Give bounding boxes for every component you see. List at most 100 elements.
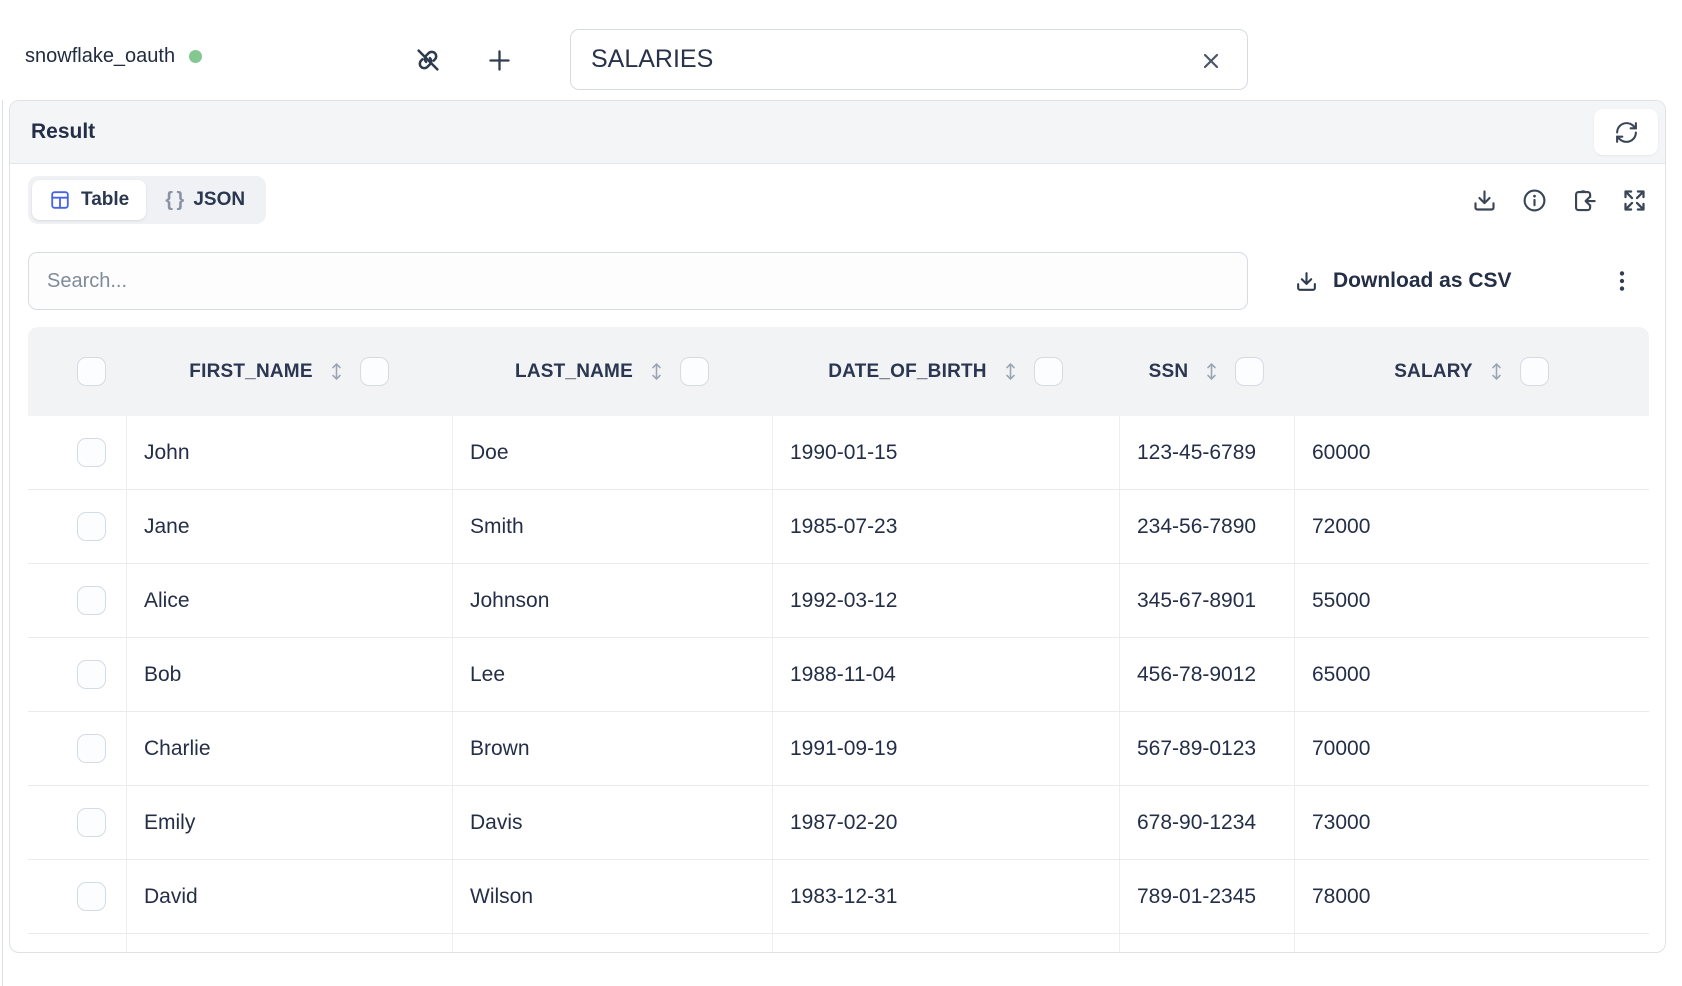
table-cell: 123-45-6789 (1119, 416, 1294, 489)
column-checkbox[interactable] (1520, 357, 1549, 386)
more-options-button[interactable] (1608, 267, 1636, 295)
table-icon (49, 189, 71, 211)
download-csv-label: Download as CSV (1333, 269, 1512, 293)
download-csv-button[interactable]: Download as CSV (1294, 269, 1512, 294)
row-checkbox[interactable] (77, 438, 106, 467)
table-row: Alice Johnson 1992-03-12 345-67-8901 550… (28, 564, 1649, 638)
table-row: Emily Davis 1987-02-20 678-90-1234 73000 (28, 786, 1649, 860)
column-checkbox[interactable] (360, 357, 389, 386)
download-icon (1294, 269, 1319, 294)
column-label: SSN (1149, 361, 1189, 383)
info-button[interactable] (1521, 187, 1548, 214)
column-header-date-of-birth: DATE_OF_BIRTH (772, 327, 1119, 416)
table-name-input[interactable] (570, 29, 1248, 90)
clipboard-paste-button[interactable] (1571, 187, 1598, 214)
column-label: FIRST_NAME (189, 361, 312, 383)
table-cell: Davis (452, 786, 772, 859)
column-checkbox[interactable] (1235, 357, 1264, 386)
result-toolbar-icons (1471, 187, 1648, 214)
tab-json-label: JSON (193, 189, 245, 211)
table-header: FIRST_NAME LAST_NAME DATE_OF_BIRTH SSN (28, 327, 1649, 416)
column-header-ssn: SSN (1119, 327, 1294, 416)
download-icon (1471, 187, 1498, 214)
row-checkbox[interactable] (77, 734, 106, 763)
table-cell: 70000 (1294, 712, 1649, 785)
tab-json[interactable]: { } JSON (148, 180, 262, 220)
table-cell: Alice (126, 564, 452, 637)
info-icon (1521, 187, 1548, 214)
search-row: Download as CSV (28, 252, 1648, 310)
clear-table-button[interactable] (1196, 46, 1226, 76)
table-cell: 1987-02-20 (772, 786, 1119, 859)
table-cell: Charlie (126, 712, 452, 785)
table-row: Bob Lee 1988-11-04 456-78-9012 65000 (28, 638, 1649, 712)
table-cell: Jane (126, 490, 452, 563)
clipboard-paste-icon (1571, 187, 1598, 214)
column-label: LAST_NAME (515, 361, 633, 383)
row-checkbox[interactable] (77, 808, 106, 837)
table-cell: 1983-12-31 (772, 860, 1119, 933)
plus-icon (484, 45, 515, 76)
download-button[interactable] (1471, 187, 1498, 214)
tab-table[interactable]: Table (32, 180, 146, 220)
table-row: Charlie Brown 1991-09-19 567-89-0123 700… (28, 712, 1649, 786)
topbar: snowflake_oauth (0, 0, 1682, 100)
table-cell: 234-56-7890 (1119, 490, 1294, 563)
table-cell: 567-89-0123 (1119, 712, 1294, 785)
expand-icon (1621, 187, 1648, 214)
table-cell: 73000 (1294, 786, 1649, 859)
table-cell: 72000 (1294, 490, 1649, 563)
table-cell: 1990-01-15 (772, 416, 1119, 489)
table-cell: Lee (452, 638, 772, 711)
connection-status-dot (189, 50, 202, 63)
table-row: Jane Smith 1985-07-23 234-56-7890 72000 (28, 490, 1649, 564)
row-checkbox[interactable] (77, 512, 106, 541)
table-cell: Smith (452, 490, 772, 563)
row-checkbox[interactable] (77, 660, 106, 689)
unlink-button[interactable] (406, 38, 450, 82)
table-cell: 65000 (1294, 638, 1649, 711)
column-label: DATE_OF_BIRTH (828, 361, 986, 383)
add-button[interactable] (477, 38, 521, 82)
sort-icon[interactable] (1201, 361, 1222, 382)
table-cell: 345-67-8901 (1119, 564, 1294, 637)
select-all-cell (28, 327, 126, 416)
result-title: Result (31, 120, 95, 144)
table-cell: 1991-09-19 (772, 712, 1119, 785)
result-panel-header: Result (10, 101, 1665, 164)
expand-button[interactable] (1621, 187, 1648, 214)
sort-icon[interactable] (646, 361, 667, 382)
link-off-icon (413, 45, 443, 75)
sort-icon[interactable] (326, 361, 347, 382)
table-cell: 78000 (1294, 860, 1649, 933)
result-panel-body: Table { } JSON (10, 164, 1665, 952)
table-row: John Doe 1990-01-15 123-45-6789 60000 (28, 416, 1649, 490)
view-tabs: Table { } JSON (28, 176, 266, 224)
table-cell: Wilson (452, 860, 772, 933)
x-icon (1199, 49, 1223, 73)
sort-icon[interactable] (1486, 361, 1507, 382)
row-checkbox[interactable] (77, 882, 106, 911)
column-checkbox[interactable] (680, 357, 709, 386)
row-checkbox[interactable] (77, 586, 106, 615)
column-header-first-name: FIRST_NAME (126, 327, 452, 416)
sort-icon[interactable] (1000, 361, 1021, 382)
table-cell: 789-01-2345 (1119, 860, 1294, 933)
column-header-salary: SALARY (1294, 327, 1649, 416)
table-cell: 1988-11-04 (772, 638, 1119, 711)
connection-label: snowflake_oauth (25, 45, 175, 68)
braces-icon: { } (165, 189, 183, 212)
connection-button[interactable]: snowflake_oauth (25, 45, 202, 68)
tab-table-label: Table (81, 189, 129, 211)
table-cell: David (126, 860, 452, 933)
table-cell: 55000 (1294, 564, 1649, 637)
select-all-checkbox[interactable] (77, 357, 106, 386)
refresh-button[interactable] (1594, 109, 1658, 155)
table-row: David Wilson 1983-12-31 789-01-2345 7800… (28, 860, 1649, 934)
table-cell: 60000 (1294, 416, 1649, 489)
table-cell: 456-78-9012 (1119, 638, 1294, 711)
table-cell: Johnson (452, 564, 772, 637)
table-cell: Bob (126, 638, 452, 711)
column-checkbox[interactable] (1034, 357, 1063, 386)
search-input[interactable] (28, 252, 1248, 310)
